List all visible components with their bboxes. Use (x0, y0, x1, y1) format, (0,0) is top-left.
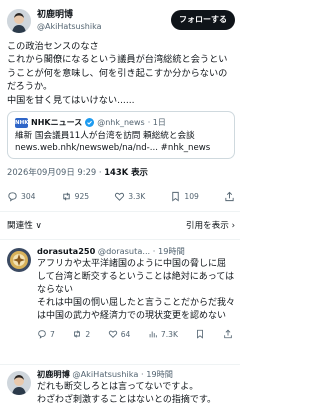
reply-count: 304 (21, 191, 36, 201)
bookmark-button[interactable] (195, 329, 205, 339)
author-handle[interactable]: @AkiHatsushika (37, 21, 147, 32)
retweet-count: 925 (74, 191, 90, 201)
reply-avatar[interactable] (7, 248, 31, 272)
heart-icon (108, 330, 117, 338)
share-icon (224, 329, 232, 339)
reply-author-name[interactable]: 初鹿明博 (37, 369, 70, 379)
retweet-count: 2 (85, 329, 91, 339)
share-button[interactable] (223, 329, 233, 339)
divider (0, 239, 240, 240)
bar-chart-icon (149, 331, 157, 338)
share-button[interactable] (224, 191, 235, 202)
reply-age: · 19時間 (152, 246, 185, 256)
reply-item[interactable]: dorasuta250 @dorasuta... · 19時間 アフリカや太平洋… (7, 246, 235, 360)
quoted-post-text: 維新 国会議員11人が台湾を訪問 頼総統と会談 news.web.nhk/new… (15, 131, 211, 153)
post-header: 初鹿明博 @AkiHatsushika フォローする (7, 7, 235, 35)
like-button[interactable]: 64 (108, 329, 131, 339)
retweet-button[interactable]: 2 (72, 329, 90, 339)
quoted-author-handle: @nhk_news (97, 118, 145, 127)
post-date[interactable]: 2026年09月09日 9:29 · (7, 167, 104, 177)
quoted-author-name: NHKニュース (31, 118, 83, 127)
quoted-post-age: · 1日 (147, 118, 166, 127)
post-timestamp: 2026年09月09日 9:29 · 143K 表示 (7, 166, 148, 178)
replies-sort-bar: 関連性 ∨ 引用を表示 › (7, 218, 235, 232)
view-quotes-link[interactable]: 引用を表示 › (186, 219, 235, 231)
reply-body: dorasuta250 @dorasuta... · 19時間 アフリカや太平洋… (37, 246, 235, 339)
reply-age: · 19時間 (140, 369, 173, 379)
reply-body: 初鹿明博 @AkiHatsushika · 19時間 だれも断交しろとは言ってな… (37, 369, 235, 407)
reply-text: だれも断交しろとは言ってないですよ。 わざわざ刺激することはないとの指摘です。 (37, 382, 217, 405)
share-icon (225, 191, 234, 201)
speech-bubble-icon (8, 191, 17, 202)
view-quotes-label: 引用を表示 (185, 221, 229, 231)
author-name[interactable]: 初鹿明博 (37, 10, 147, 21)
reply-header: 初鹿明博 @AkiHatsushika · 19時間 (37, 369, 235, 380)
reply-author-handle[interactable]: @AkiHatsushika (72, 369, 138, 379)
retweet-arrows-icon (62, 192, 70, 200)
views-count: 7.3K (160, 329, 178, 339)
like-button[interactable]: 3.3K (114, 191, 145, 202)
reply-button[interactable]: 7 (37, 329, 55, 339)
divider (0, 211, 240, 212)
reply-header: dorasuta250 @dorasuta... · 19時間 (37, 246, 235, 257)
bookmark-icon (197, 329, 204, 339)
bookmark-icon (172, 191, 180, 202)
chevron-down-icon: ∨ (35, 221, 42, 231)
bookmark-count: 109 (184, 191, 199, 201)
reply-count: 7 (50, 329, 55, 339)
reply-actions: 7 2 64 7.3K (37, 329, 233, 339)
post-text: この政治センスのなさ これから閣僚になるという議員が台湾総統と会うということが何… (7, 41, 228, 106)
follow-button[interactable]: フォローする (171, 10, 235, 30)
reply-author-name[interactable]: dorasuta250 (37, 246, 95, 256)
author-avatar[interactable] (7, 9, 31, 33)
reply-button[interactable]: 304 (7, 191, 36, 202)
speech-bubble-icon (38, 330, 46, 339)
heart-icon (115, 192, 125, 201)
reply-item[interactable]: 初鹿明博 @AkiHatsushika · 19時間 だれも断交しろとは言ってな… (7, 369, 235, 407)
reply-author-handle[interactable]: @dorasuta... (98, 246, 150, 256)
author-info[interactable]: 初鹿明博 @AkiHatsushika (37, 10, 147, 32)
divider (0, 364, 240, 365)
post-actions: 304 925 3.3K 109 (7, 189, 235, 203)
sort-label: 関連性 (7, 221, 33, 231)
bookmark-button[interactable]: 109 (170, 191, 199, 202)
reply-avatar[interactable] (7, 371, 31, 395)
quoted-post[interactable]: NHK NHKニュース @nhk_news · 1日 維新 国会議員11人が台湾… (7, 111, 235, 159)
reply-text: アフリカや太平洋諸国のように中国の脅しに屈して台湾と断交するということは絶対にあ… (37, 259, 236, 321)
like-count: 64 (120, 329, 131, 339)
retweet-button[interactable]: 925 (61, 191, 90, 202)
retweet-arrows-icon (74, 330, 81, 338)
verified-badge-icon (85, 118, 95, 127)
nhk-logo: NHK (15, 117, 29, 128)
like-count: 3.3K (128, 191, 146, 201)
chevron-right-icon: › (231, 221, 235, 231)
post-views: 143K 表示 (104, 167, 148, 177)
views-button[interactable]: 7.3K (148, 329, 178, 339)
quoted-post-header: NHK NHKニュース @nhk_news · 1日 (15, 117, 227, 128)
sort-dropdown[interactable]: 関連性 ∨ (7, 219, 42, 231)
